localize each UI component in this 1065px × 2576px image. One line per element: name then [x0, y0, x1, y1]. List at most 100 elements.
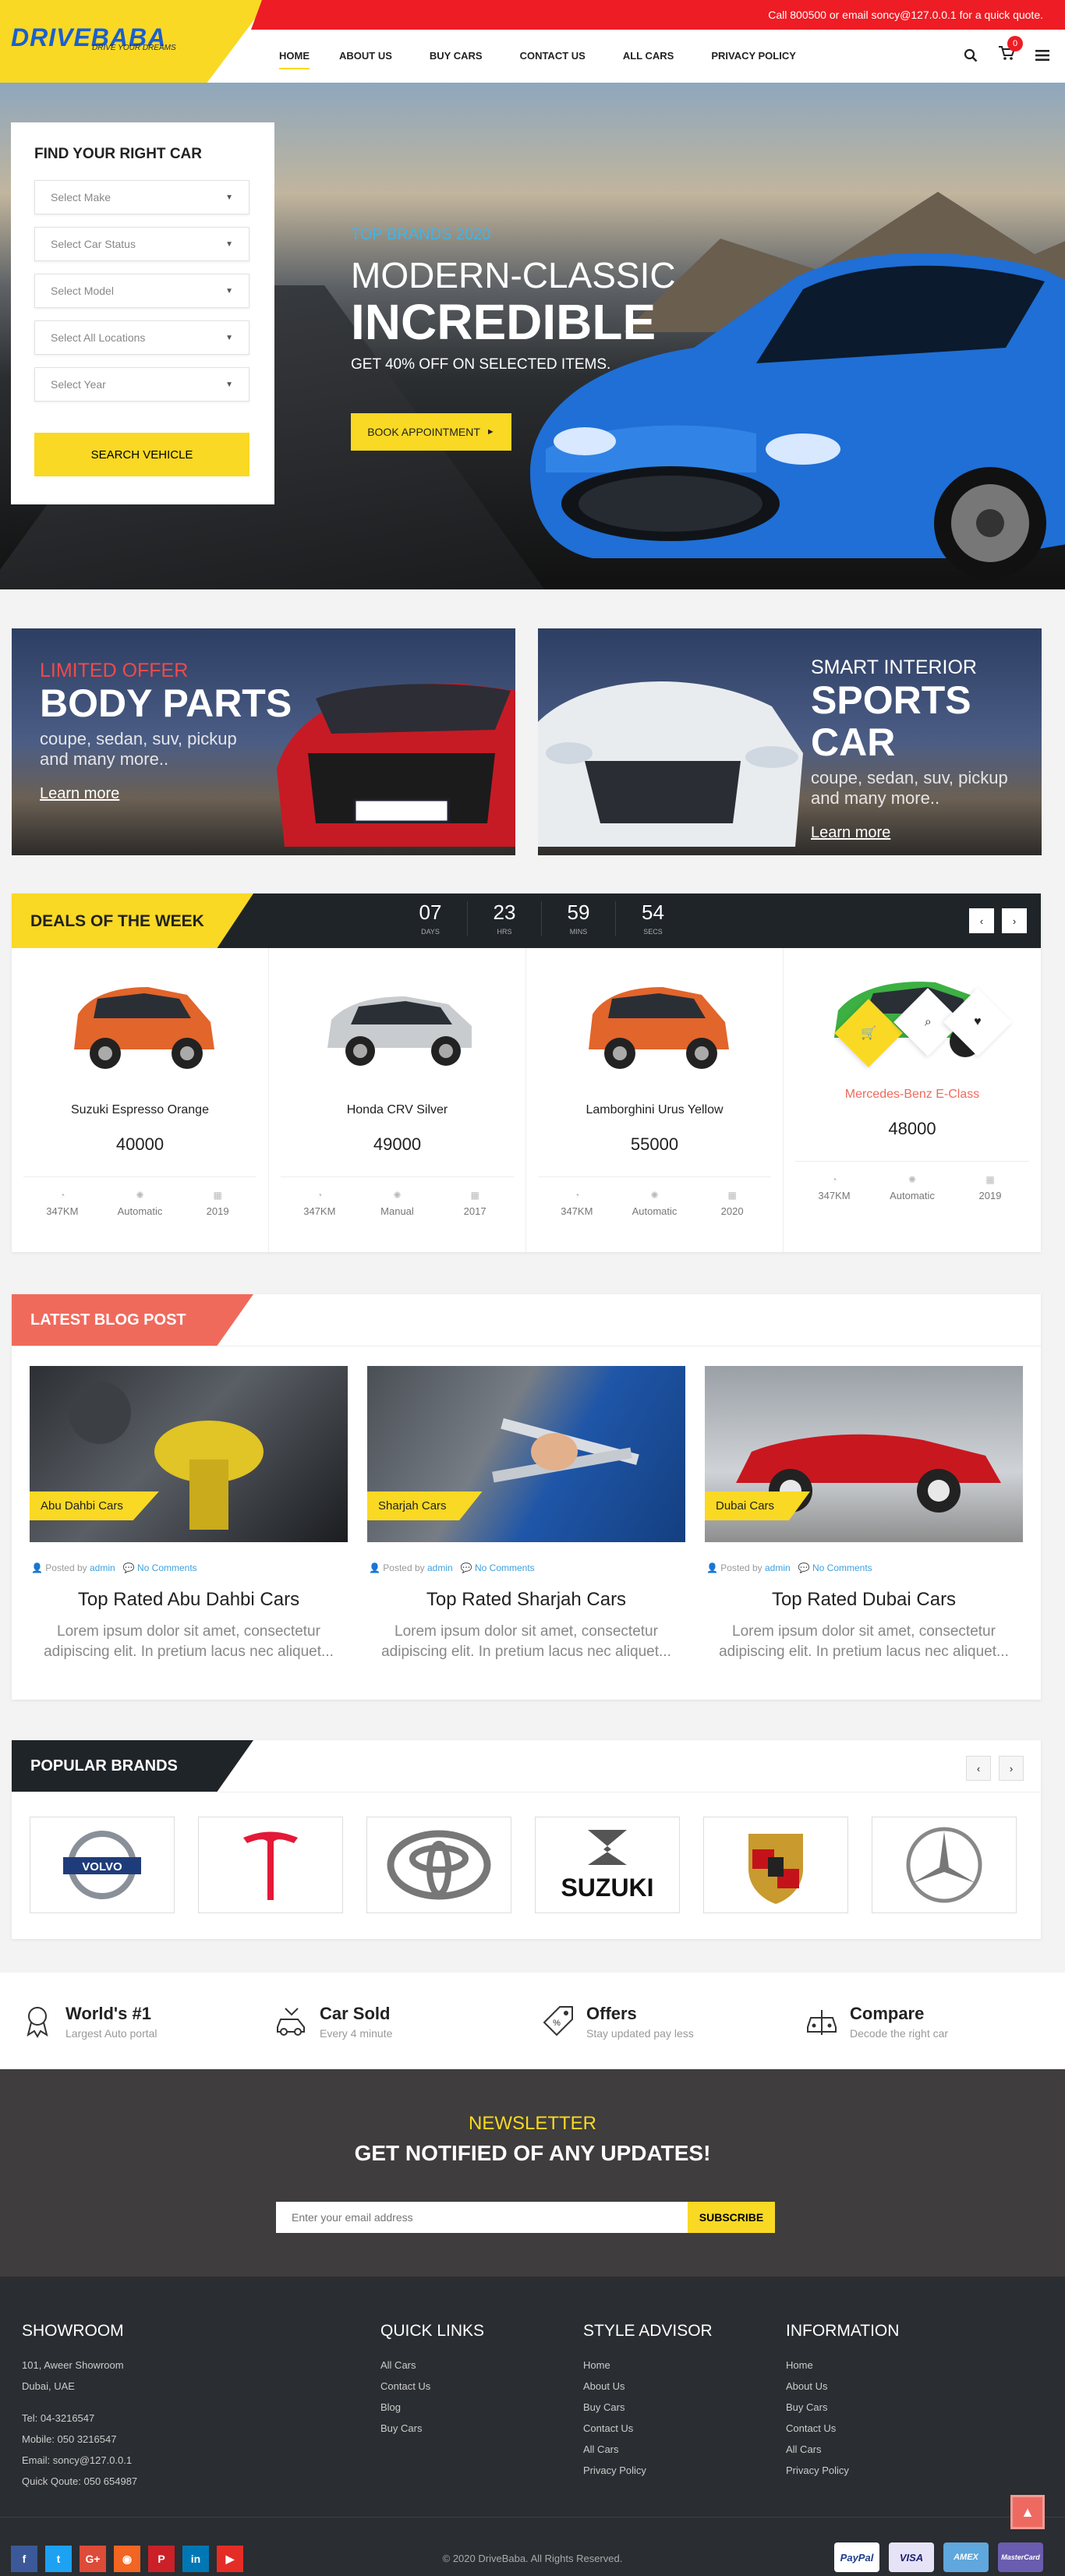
- blog-post-title[interactable]: Top Rated Dubai Cars: [705, 1589, 1023, 1611]
- next-arrow-button[interactable]: ›: [1002, 908, 1027, 933]
- blog-post-card[interactable]: Dubai Cars 👤 Posted by admin 💬 No Commen…: [705, 1366, 1023, 1662]
- menu-icon[interactable]: [1035, 49, 1049, 62]
- brand-porsche[interactable]: [703, 1817, 848, 1913]
- promo-kicker: SMART INTERIOR: [811, 656, 977, 678]
- deal-card[interactable]: Honda CRV Silver 49000 ◔ 347KM ✺ Manual ▦ 2…: [269, 948, 526, 1252]
- next-arrow-button[interactable]: ›: [999, 1756, 1024, 1781]
- speedometer-icon: ◔: [831, 1174, 837, 1185]
- deals-title: DEALS OF THE WEEK: [12, 893, 253, 948]
- deal-car-name[interactable]: Lamborghini Urus Yellow: [526, 1103, 783, 1117]
- deal-car-name[interactable]: Honda CRV Silver: [269, 1103, 525, 1117]
- footer-link[interactable]: Contact Us: [380, 2376, 484, 2397]
- promo-body-parts[interactable]: LIMITED OFFER BODY PARTS coupe, sedan, s…: [12, 628, 515, 855]
- prev-arrow-button[interactable]: ‹: [969, 908, 994, 933]
- brand-mercedes[interactable]: [872, 1817, 1017, 1913]
- footer-link[interactable]: All Cars: [786, 2439, 899, 2460]
- select-year[interactable]: Select Year ▼: [34, 367, 249, 402]
- spec-year-value: 2017: [463, 1205, 487, 1217]
- deal-price: 40000: [115, 1134, 165, 1154]
- deal-car-name[interactable]: Mercedes-Benz E-Class: [784, 1088, 1041, 1102]
- post-comments[interactable]: No Comments: [812, 1562, 872, 1573]
- footer-link[interactable]: Contact Us: [786, 2418, 899, 2439]
- footer-link[interactable]: Blog: [380, 2397, 484, 2418]
- spec-mileage: ◔ 347KM: [285, 1190, 355, 1217]
- post-author[interactable]: admin: [765, 1562, 791, 1573]
- scroll-to-top-button[interactable]: ▲: [1010, 2495, 1045, 2529]
- search-icon[interactable]: [964, 48, 978, 62]
- search-vehicle-button[interactable]: SEARCH VEHICLE: [34, 433, 249, 476]
- footer-link[interactable]: Buy Cars: [583, 2397, 713, 2418]
- select-location[interactable]: Select All Locations ▼: [34, 320, 249, 355]
- brand-tesla[interactable]: [198, 1817, 343, 1913]
- countdown-seconds: 54 SECS: [616, 901, 690, 936]
- book-appointment-button[interactable]: BOOK APPOINTMENT ►: [351, 413, 511, 451]
- brand-suzuki[interactable]: SUZUKI: [535, 1817, 680, 1913]
- top-bar: Call 800500 or email soncy@127.0.0.1 for…: [251, 0, 1065, 30]
- calendar-icon: ▦: [213, 1190, 222, 1201]
- nav-all-cars[interactable]: ALL CARS: [623, 50, 674, 69]
- showroom-mobile: Mobile: 050 3216547: [22, 2433, 117, 2445]
- volvo-logo: VOLVO: [63, 1831, 141, 1899]
- feature-subtitle: Decode the right car: [850, 2027, 949, 2040]
- blog-post-image[interactable]: Dubai Cars: [705, 1366, 1023, 1542]
- post-author[interactable]: admin: [90, 1562, 115, 1573]
- deal-card[interactable]: Lamborghini Urus Yellow 55000 ◔ 347KM ✺ Au…: [526, 948, 784, 1252]
- blog-post-title[interactable]: Top Rated Sharjah Cars: [367, 1589, 685, 1611]
- promo-learn-more-link[interactable]: Learn more: [811, 824, 890, 842]
- spec-transmission: ✺ Automatic: [619, 1190, 689, 1217]
- newsletter-title: GET NOTIFIED OF ANY UPDATES!: [354, 2141, 711, 2165]
- comment-icon: 💬: [460, 1562, 475, 1573]
- footer-link[interactable]: All Cars: [380, 2355, 484, 2376]
- cart-button[interactable]: 0: [998, 36, 1023, 65]
- calendar-icon: ▦: [470, 1190, 479, 1201]
- blog-post-card[interactable]: Sharjah Cars 👤 Posted by admin 💬 No Comm…: [367, 1366, 685, 1662]
- add-to-cart-button[interactable]: 🛒: [834, 999, 903, 1067]
- footer-link[interactable]: Buy Cars: [786, 2397, 899, 2418]
- deal-card-hovered[interactable]: 🛒 ⌕ ♥ Mercedes-Benz E-Class 48000 ◔ 347KM…: [784, 948, 1041, 1252]
- spec-transmission: ✺ Automatic: [104, 1190, 175, 1217]
- nav-privacy-policy[interactable]: PRIVACY POLICY: [711, 50, 796, 69]
- nav-about-us[interactable]: ABOUT US: [339, 50, 392, 69]
- footer-link[interactable]: Buy Cars: [380, 2418, 484, 2439]
- nav-home[interactable]: HOME: [279, 50, 310, 69]
- footer-link[interactable]: Contact Us: [583, 2418, 713, 2439]
- footer-link[interactable]: Privacy Policy: [583, 2460, 713, 2481]
- brand-toyota[interactable]: [366, 1817, 511, 1913]
- footer-link[interactable]: Home: [786, 2355, 899, 2376]
- deal-price: 49000: [373, 1134, 422, 1154]
- blog-post-image[interactable]: Sharjah Cars: [367, 1366, 685, 1542]
- white-car-image: [538, 681, 803, 847]
- countdown-days: 07 DAYS: [394, 901, 468, 936]
- select-make-value: Select Make: [51, 191, 111, 203]
- nav-buy-cars[interactable]: BUY CARS: [430, 50, 483, 69]
- speedometer-icon: ◔: [574, 1190, 580, 1201]
- footer-link[interactable]: About Us: [786, 2376, 899, 2397]
- blog-post-card[interactable]: Abu Dahbi Cars 👤 Posted by admin 💬 No Co…: [30, 1366, 348, 1662]
- amex-icon: AMEX: [943, 2542, 989, 2572]
- hero-subtitle: GET 40% OFF ON SELECTED ITEMS.: [351, 356, 611, 373]
- select-model[interactable]: Select Model ▼: [34, 274, 249, 308]
- footer-link[interactable]: Home: [583, 2355, 713, 2376]
- prev-arrow-button[interactable]: ‹: [966, 1756, 991, 1781]
- footer-link[interactable]: Privacy Policy: [786, 2460, 899, 2481]
- select-make[interactable]: Select Make ▼: [34, 180, 249, 214]
- promo-sports-car[interactable]: SMART INTERIOR SPORTS CAR coupe, sedan, …: [538, 628, 1042, 855]
- spec-year-value: 2019: [978, 1190, 1002, 1201]
- blog-post-title[interactable]: Top Rated Abu Dahbi Cars: [30, 1589, 348, 1611]
- footer-link[interactable]: All Cars: [583, 2439, 713, 2460]
- deal-car-name[interactable]: Suzuki Espresso Orange: [12, 1103, 268, 1117]
- nav-contact-us[interactable]: CONTACT US: [520, 50, 586, 69]
- subscribe-button[interactable]: SUBSCRIBE: [688, 2202, 775, 2233]
- deal-card[interactable]: Suzuki Espresso Orange 40000 ◔ 347KM ✺ Aut…: [12, 948, 269, 1252]
- blog-post-image[interactable]: Abu Dahbi Cars: [30, 1366, 348, 1542]
- footer-link[interactable]: About Us: [583, 2376, 713, 2397]
- post-author[interactable]: admin: [427, 1562, 453, 1573]
- wishlist-button[interactable]: ♥: [943, 988, 1012, 1056]
- post-comments[interactable]: No Comments: [137, 1562, 197, 1573]
- select-car-status[interactable]: Select Car Status ▼: [34, 227, 249, 261]
- newsletter-email-input[interactable]: [276, 2202, 688, 2233]
- post-comments[interactable]: No Comments: [475, 1562, 535, 1573]
- chevron-down-icon: ▼: [225, 193, 233, 202]
- brand-volvo[interactable]: VOLVO: [30, 1817, 175, 1913]
- promo-learn-more-link[interactable]: Learn more: [40, 785, 119, 803]
